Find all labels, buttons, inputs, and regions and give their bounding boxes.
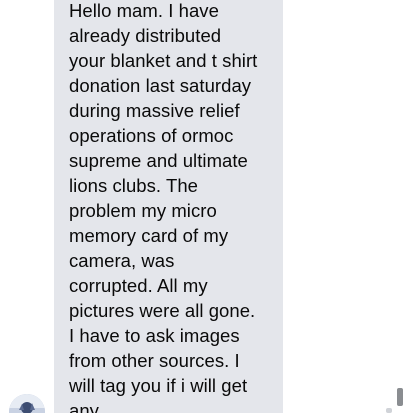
message-text: Hello mam. I have already distributed yo… [69, 0, 258, 413]
message-bubble[interactable]: Hello mam. I have already distributed yo… [54, 0, 283, 413]
sender-avatar[interactable] [9, 394, 45, 413]
user-avatar-icon [9, 394, 45, 413]
chat-viewport: Hello mam. I have already distributed yo… [0, 0, 404, 413]
scrollbar-thumb[interactable] [397, 388, 403, 406]
scroll-indicator [386, 408, 392, 413]
